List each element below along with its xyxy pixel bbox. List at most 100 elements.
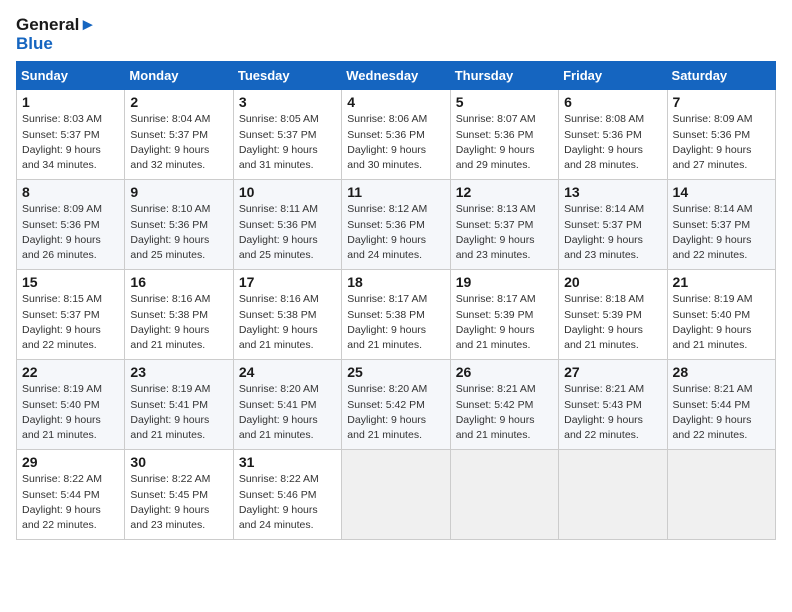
day-number: 9: [130, 184, 227, 200]
table-row: [450, 450, 558, 540]
day-number: 28: [673, 364, 770, 380]
table-row: 14Sunrise: 8:14 AMSunset: 5:37 PMDayligh…: [667, 180, 775, 270]
table-row: 18 Sunrise: 8:17 AMSunset: 5:38 PMDayligh…: [342, 270, 450, 360]
day-number: 16: [130, 274, 227, 290]
day-number: 12: [456, 184, 553, 200]
calendar-week-row: 8 Sunrise: 8:09 AMSunset: 5:36 PMDaylight…: [17, 180, 776, 270]
day-number: 31: [239, 454, 336, 470]
day-info: Sunrise: 8:18 AMSunset: 5:39 PMDaylight:…: [564, 292, 661, 353]
day-number: 17: [239, 274, 336, 290]
table-row: 15 Sunrise: 8:15 AMSunset: 5:37 PMDayligh…: [17, 270, 125, 360]
col-saturday: Saturday: [667, 62, 775, 90]
logo-general: General►: [16, 16, 96, 35]
col-sunday: Sunday: [17, 62, 125, 90]
day-number: 7: [673, 94, 770, 110]
day-info: Sunrise: 8:22 AMSunset: 5:45 PMDaylight:…: [130, 472, 227, 533]
logo-text-block: General► Blue: [16, 16, 96, 53]
day-number: 14: [673, 184, 770, 200]
table-row: [667, 450, 775, 540]
table-row: 9 Sunrise: 8:10 AMSunset: 5:36 PMDaylight…: [125, 180, 233, 270]
table-row: 23 Sunrise: 8:19 AMSunset: 5:41 PMDayligh…: [125, 360, 233, 450]
day-info: Sunrise: 8:12 AMSunset: 5:36 PMDaylight:…: [347, 202, 444, 263]
calendar-header-row: Sunday Monday Tuesday Wednesday Thursday…: [17, 62, 776, 90]
day-number: 10: [239, 184, 336, 200]
day-info: Sunrise: 8:15 AMSunset: 5:37 PMDaylight:…: [22, 292, 119, 353]
table-row: 30 Sunrise: 8:22 AMSunset: 5:45 PMDayligh…: [125, 450, 233, 540]
day-info: Sunrise: 8:09 AMSunset: 5:36 PMDaylight:…: [673, 112, 770, 173]
day-number: 30: [130, 454, 227, 470]
day-number: 23: [130, 364, 227, 380]
day-info: Sunrise: 8:17 AMSunset: 5:39 PMDaylight:…: [456, 292, 553, 353]
logo-blue: Blue: [16, 35, 96, 54]
day-info: Sunrise: 8:11 AMSunset: 5:36 PMDaylight:…: [239, 202, 336, 263]
day-info: Sunrise: 8:21 AMSunset: 5:43 PMDaylight:…: [564, 382, 661, 443]
day-info: Sunrise: 8:16 AMSunset: 5:38 PMDaylight:…: [130, 292, 227, 353]
calendar-week-row: 15 Sunrise: 8:15 AMSunset: 5:37 PMDayligh…: [17, 270, 776, 360]
day-info: Sunrise: 8:17 AMSunset: 5:38 PMDaylight:…: [347, 292, 444, 353]
col-thursday: Thursday: [450, 62, 558, 90]
day-number: 21: [673, 274, 770, 290]
calendar-week-row: 29Sunrise: 8:22 AMSunset: 5:44 PMDayligh…: [17, 450, 776, 540]
day-number: 15: [22, 274, 119, 290]
day-info: Sunrise: 8:19 AMSunset: 5:40 PMDaylight:…: [673, 292, 770, 353]
table-row: 27 Sunrise: 8:21 AMSunset: 5:43 PMDayligh…: [559, 360, 667, 450]
day-number: 3: [239, 94, 336, 110]
table-row: 16 Sunrise: 8:16 AMSunset: 5:38 PMDayligh…: [125, 270, 233, 360]
day-info: Sunrise: 8:08 AMSunset: 5:36 PMDaylight:…: [564, 112, 661, 173]
day-info: Sunrise: 8:19 AMSunset: 5:41 PMDaylight:…: [130, 382, 227, 443]
table-row: 11 Sunrise: 8:12 AMSunset: 5:36 PMDayligh…: [342, 180, 450, 270]
day-number: 24: [239, 364, 336, 380]
day-number: 29: [22, 454, 119, 470]
table-row: 19 Sunrise: 8:17 AMSunset: 5:39 PMDayligh…: [450, 270, 558, 360]
table-row: 31Sunrise: 8:22 AMSunset: 5:46 PMDayligh…: [233, 450, 341, 540]
table-row: 25Sunrise: 8:20 AMSunset: 5:42 PMDayligh…: [342, 360, 450, 450]
calendar-week-row: 22Sunrise: 8:19 AMSunset: 5:40 PMDayligh…: [17, 360, 776, 450]
logo: General► Blue: [16, 16, 96, 53]
day-info: Sunrise: 8:21 AMSunset: 5:44 PMDaylight:…: [673, 382, 770, 443]
col-tuesday: Tuesday: [233, 62, 341, 90]
day-info: Sunrise: 8:07 AMSunset: 5:36 PMDaylight:…: [456, 112, 553, 173]
table-row: 2 Sunrise: 8:04 AMSunset: 5:37 PMDaylight…: [125, 90, 233, 180]
day-number: 13: [564, 184, 661, 200]
day-number: 25: [347, 364, 444, 380]
col-friday: Friday: [559, 62, 667, 90]
day-info: Sunrise: 8:09 AMSunset: 5:36 PMDaylight:…: [22, 202, 119, 263]
day-number: 1: [22, 94, 119, 110]
day-number: 6: [564, 94, 661, 110]
calendar-table: Sunday Monday Tuesday Wednesday Thursday…: [16, 61, 776, 540]
day-info: Sunrise: 8:10 AMSunset: 5:36 PMDaylight:…: [130, 202, 227, 263]
day-number: 8: [22, 184, 119, 200]
day-number: 11: [347, 184, 444, 200]
day-info: Sunrise: 8:14 AMSunset: 5:37 PMDaylight:…: [564, 202, 661, 263]
table-row: 17 Sunrise: 8:16 AMSunset: 5:38 PMDayligh…: [233, 270, 341, 360]
day-info: Sunrise: 8:06 AMSunset: 5:36 PMDaylight:…: [347, 112, 444, 173]
calendar-week-row: 1 Sunrise: 8:03 AMSunset: 5:37 PMDaylight…: [17, 90, 776, 180]
day-number: 2: [130, 94, 227, 110]
table-row: 3 Sunrise: 8:05 AMSunset: 5:37 PMDaylight…: [233, 90, 341, 180]
table-row: 29Sunrise: 8:22 AMSunset: 5:44 PMDayligh…: [17, 450, 125, 540]
day-info: Sunrise: 8:03 AMSunset: 5:37 PMDaylight:…: [22, 112, 119, 173]
table-row: [342, 450, 450, 540]
day-number: 19: [456, 274, 553, 290]
page-header: General► Blue: [16, 16, 776, 53]
day-number: 5: [456, 94, 553, 110]
table-row: 4 Sunrise: 8:06 AMSunset: 5:36 PMDaylight…: [342, 90, 450, 180]
day-info: Sunrise: 8:16 AMSunset: 5:38 PMDaylight:…: [239, 292, 336, 353]
table-row: 21 Sunrise: 8:19 AMSunset: 5:40 PMDayligh…: [667, 270, 775, 360]
table-row: 12 Sunrise: 8:13 AMSunset: 5:37 PMDayligh…: [450, 180, 558, 270]
day-number: 18: [347, 274, 444, 290]
col-wednesday: Wednesday: [342, 62, 450, 90]
day-number: 26: [456, 364, 553, 380]
table-row: 13 Sunrise: 8:14 AMSunset: 5:37 PMDayligh…: [559, 180, 667, 270]
day-number: 27: [564, 364, 661, 380]
day-info: Sunrise: 8:13 AMSunset: 5:37 PMDaylight:…: [456, 202, 553, 263]
table-row: 6 Sunrise: 8:08 AMSunset: 5:36 PMDaylight…: [559, 90, 667, 180]
day-info: Sunrise: 8:04 AMSunset: 5:37 PMDaylight:…: [130, 112, 227, 173]
day-info: Sunrise: 8:05 AMSunset: 5:37 PMDaylight:…: [239, 112, 336, 173]
table-row: [559, 450, 667, 540]
day-number: 22: [22, 364, 119, 380]
table-row: 5 Sunrise: 8:07 AMSunset: 5:36 PMDaylight…: [450, 90, 558, 180]
day-number: 20: [564, 274, 661, 290]
table-row: 20 Sunrise: 8:18 AMSunset: 5:39 PMDayligh…: [559, 270, 667, 360]
day-number: 4: [347, 94, 444, 110]
